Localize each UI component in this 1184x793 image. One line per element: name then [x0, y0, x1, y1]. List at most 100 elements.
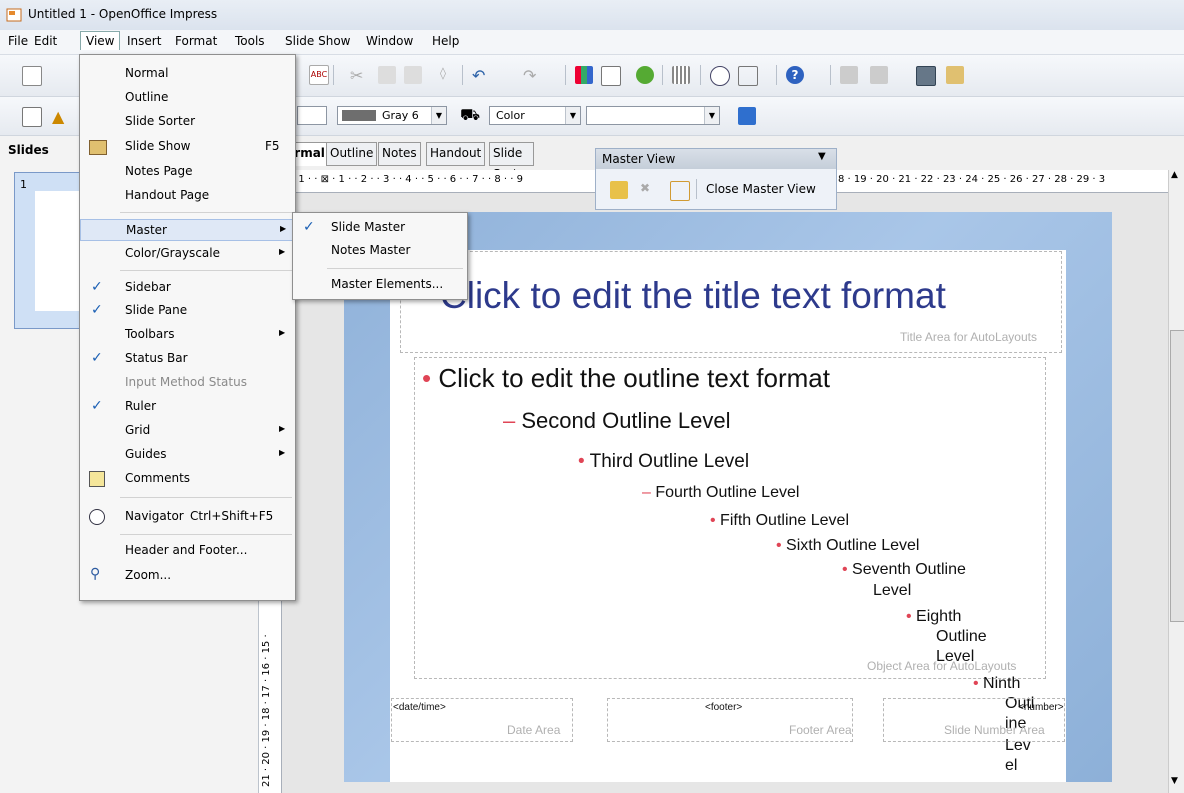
grid-icon[interactable] [672, 66, 690, 84]
menu-color-grayscale[interactable]: Color/Grayscale ▶ [80, 243, 295, 265]
menu-notes-master[interactable]: Notes Master [293, 240, 467, 262]
master-view-titlebar[interactable]: Master View ▼ [596, 149, 836, 169]
area-style-select[interactable]: Color ▼ [489, 106, 581, 125]
line-color-value: Gray 6 [382, 109, 419, 122]
menu-slide-pane[interactable]: ✓ Slide Pane [80, 300, 295, 322]
redo-icon[interactable]: ↷ [523, 66, 541, 85]
menu-sidebar[interactable]: ✓ Sidebar [80, 277, 295, 299]
tab-slide-sorter[interactable]: Slide Sorter [489, 142, 534, 181]
show-draw-functions-icon[interactable] [916, 66, 936, 86]
chevron-down-icon[interactable]: ▼ [818, 151, 826, 162]
date-area-label: Date Area [507, 723, 561, 737]
checkmark-icon: ✓ [91, 279, 103, 295]
menu-insert[interactable]: Insert [127, 34, 161, 48]
search-icon: ⚲ [90, 566, 101, 582]
tab-handout[interactable]: Handout [426, 142, 486, 166]
clone-formatting-icon[interactable]: ◊ [440, 66, 458, 84]
menu-master-elements[interactable]: Master Elements... [293, 274, 467, 296]
menu-edit[interactable]: Edit [34, 34, 57, 48]
menu-file[interactable]: File [8, 34, 28, 48]
slide-show-icon [89, 140, 107, 155]
tab-outline[interactable]: Outline [326, 142, 378, 166]
line-color-select[interactable]: Gray 6 ▼ [337, 106, 447, 125]
menu-normal[interactable]: Normal [80, 63, 295, 85]
outline-level-4[interactable]: – Fourth Outline Level [642, 484, 799, 502]
menu-outline[interactable]: Outline [80, 87, 295, 109]
spellcheck-icon[interactable]: ABC [309, 65, 329, 85]
menu-format[interactable]: Format [175, 34, 217, 48]
menu-guides[interactable]: Guides ▶ [80, 444, 295, 466]
menu-slide-sorter[interactable]: Slide Sorter [80, 111, 295, 133]
new-master-icon[interactable] [610, 181, 628, 199]
shadow-icon[interactable] [738, 107, 756, 125]
menu-window[interactable]: Window [366, 34, 413, 48]
slides-pane-title: Slides [8, 143, 49, 157]
menu-handout-page[interactable]: Handout Page [80, 185, 295, 207]
menu-help[interactable]: Help [432, 34, 459, 48]
outline-level-2[interactable]: – Second Outline Level [503, 408, 731, 434]
vertical-scrollbar[interactable]: ▲ ▼ [1168, 170, 1184, 793]
menu-zoom[interactable]: ⚲ Zoom... [80, 565, 295, 587]
zoom-icon[interactable] [738, 66, 758, 86]
outline-level-6[interactable]: • Sixth Outline Level [776, 537, 919, 555]
menu-master[interactable]: Master ▶ [80, 219, 295, 241]
area-fill-select[interactable]: ▼ [586, 106, 720, 125]
menu-view[interactable]: View [80, 31, 121, 50]
help-icon[interactable]: ? [786, 66, 804, 84]
rename-master-icon[interactable] [670, 181, 690, 201]
chart-icon[interactable] [575, 66, 593, 84]
paste-icon[interactable] [404, 66, 422, 84]
master-view-toolbar: Master View ▼ ✖ Close Master View [595, 148, 837, 210]
navigator-icon [89, 509, 105, 525]
outline-level-8[interactable]: • Eighth [906, 608, 961, 626]
menu-grid[interactable]: Grid ▶ [80, 420, 295, 442]
copy-icon[interactable] [378, 66, 396, 84]
movie-icon[interactable] [636, 66, 654, 84]
outline-level-1[interactable]: • Click to edit the outline text format [422, 363, 830, 394]
tab-notes[interactable]: Notes [378, 142, 421, 166]
window-title: Untitled 1 - OpenOffice Impress [28, 7, 218, 21]
table-icon[interactable] [601, 66, 621, 86]
menu-slide-show[interactable]: Slide Show [285, 34, 350, 48]
menu-status-bar[interactable]: ✓ Status Bar [80, 348, 295, 370]
new-document-icon[interactable] [22, 66, 42, 86]
menu-notes-page[interactable]: Notes Page [80, 161, 295, 183]
line-width-spin[interactable] [297, 106, 327, 125]
slide-title[interactable]: Click to edit the title text format [440, 275, 946, 317]
scrollbar-thumb[interactable] [1170, 330, 1184, 622]
menu-tools[interactable]: Tools [235, 34, 265, 48]
scroll-down-icon[interactable]: ▼ [1171, 776, 1178, 786]
slide-show-icon[interactable] [946, 66, 964, 84]
slide-icon[interactable] [840, 66, 858, 84]
title-area-label: Title Area for AutoLayouts [900, 330, 1037, 344]
master-submenu: ✓ Slide Master Notes Master Master Elemen… [292, 212, 468, 300]
navigator-icon[interactable] [710, 66, 730, 86]
menu-slide-show[interactable]: Slide Show F5 [80, 136, 295, 158]
menu-ruler[interactable]: ✓ Ruler [80, 396, 295, 418]
undo-icon[interactable]: ↶ [472, 66, 490, 85]
outline-level-8-wrap-1: Outline [936, 628, 987, 645]
layout-icon[interactable] [870, 66, 888, 84]
outline-level-5[interactable]: • Fifth Outline Level [710, 512, 849, 530]
object-area-label: Object Area for AutoLayouts [867, 659, 1017, 673]
outline-level-9[interactable]: • Ninth [973, 675, 1020, 693]
impress-app-icon [6, 8, 22, 22]
footer-field: <footer> [705, 702, 743, 713]
arrow-style-icon[interactable]: ▲ [52, 107, 70, 126]
menu-toolbars[interactable]: Toolbars ▶ [80, 324, 295, 346]
checkmark-icon: ✓ [91, 350, 103, 366]
shape-icon[interactable] [22, 107, 42, 127]
delete-master-icon[interactable]: ✖ [640, 181, 658, 199]
outline-level-3[interactable]: • Third Outline Level [578, 451, 749, 473]
scroll-up-icon[interactable]: ▲ [1171, 170, 1178, 180]
close-master-view-button[interactable]: Close Master View [706, 182, 816, 196]
menu-comments[interactable]: Comments [80, 468, 295, 490]
menu-header-footer[interactable]: Header and Footer... [80, 540, 295, 562]
outline-level-7[interactable]: • Seventh Outline [842, 561, 966, 579]
cut-icon[interactable]: ✂ [350, 66, 368, 85]
master-view-title: Master View [602, 152, 676, 166]
area-style-icon[interactable]: ⛟ [460, 105, 480, 124]
menu-slide-master[interactable]: ✓ Slide Master [293, 217, 467, 239]
menu-navigator[interactable]: Navigator Ctrl+Shift+F5 [80, 506, 295, 528]
date-field: <date/time> [393, 702, 446, 713]
